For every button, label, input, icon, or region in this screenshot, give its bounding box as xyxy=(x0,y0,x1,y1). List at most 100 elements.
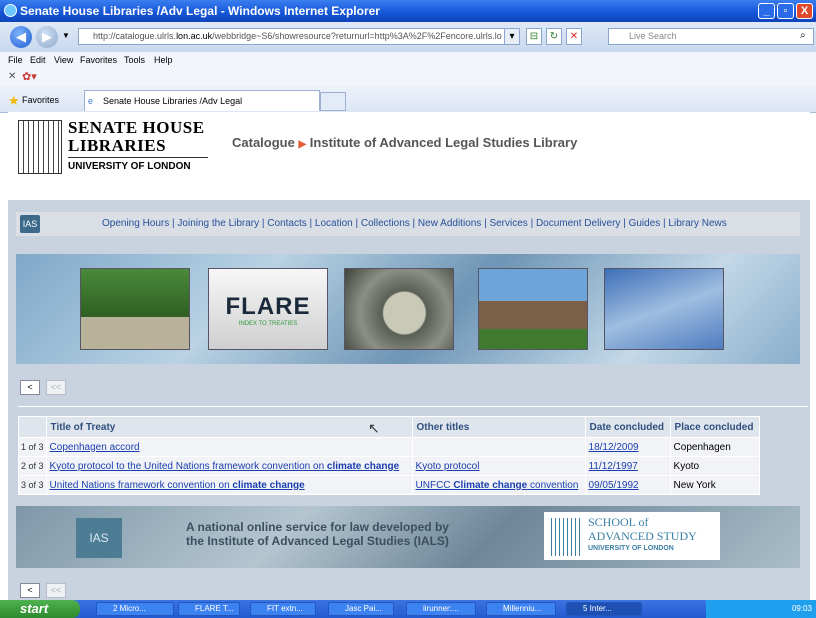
menu-view[interactable]: View xyxy=(54,55,73,65)
row-number: 2 of 3 xyxy=(18,456,47,476)
flare-logo: FLARE INDEX TO TREATIES xyxy=(208,268,328,350)
menu-help[interactable]: Help xyxy=(154,55,173,65)
breadcrumb-library: Institute of Advanced Legal Studies Libr… xyxy=(309,135,578,150)
header-other[interactable]: Other titles xyxy=(411,416,586,438)
logo-divider xyxy=(68,157,208,158)
taskbar-item[interactable]: FIT extn... xyxy=(250,602,316,616)
url-prefix: http://catalogue.ulrls. xyxy=(93,31,177,41)
other-title-link[interactable]: Kyoto protocol xyxy=(416,461,480,472)
maximize-button[interactable]: ▫ xyxy=(777,3,794,19)
taskbar-item[interactable]: FLARE T... xyxy=(178,602,240,616)
taskbar-item[interactable]: iirunner:... xyxy=(406,602,476,616)
divider xyxy=(18,406,808,407)
favorites-star-icon: ★ xyxy=(8,93,20,108)
prev-page-button-bottom[interactable]: < xyxy=(20,583,40,598)
compatibility-icon[interactable]: ⊟ xyxy=(526,28,542,45)
history-dropdown-icon[interactable]: ▼ xyxy=(62,31,70,40)
other-title-suffix: convention xyxy=(527,479,579,491)
other-title-bold-text: Climate change xyxy=(453,479,528,491)
refresh-icon[interactable]: ↻ xyxy=(546,28,562,45)
forward-button[interactable]: ▶ xyxy=(36,26,58,48)
footer-line2: the Institute of Advanced Legal Studies … xyxy=(186,534,449,548)
row-place: Kyoto xyxy=(669,456,760,476)
sas-line3: UNIVERSITY OF LONDON xyxy=(588,545,674,552)
table-header-row: Title of Treaty Other titles Date conclu… xyxy=(18,416,760,438)
taskbar-item[interactable]: 2 Micro... xyxy=(96,602,174,616)
page-content: SENATE HOUSE LIBRARIES UNIVERSITY OF LON… xyxy=(8,112,810,600)
menu-bar: File Edit View Favorites Tools Help xyxy=(0,52,816,68)
menu-file[interactable]: File xyxy=(8,55,23,65)
school-of-advanced-study-logo: SCHOOL of ADVANCED STUDY UNIVERSITY OF L… xyxy=(544,512,720,560)
taskbar-item-active[interactable]: 5 Inter... xyxy=(566,602,642,616)
sas-line2: ADVANCED STUDY xyxy=(588,529,697,543)
page-icon: e xyxy=(88,96,94,106)
browser-tab[interactable]: e Senate House Libraries /Adv Legal xyxy=(84,90,320,111)
header-place[interactable]: Place concluded xyxy=(669,416,760,438)
stop-icon[interactable]: ✕ xyxy=(566,28,582,45)
menu-edit[interactable]: Edit xyxy=(30,55,46,65)
logo-line3: UNIVERSITY OF LONDON xyxy=(68,161,191,172)
prev-page-button[interactable]: < xyxy=(20,380,40,395)
new-tab-button[interactable] xyxy=(320,92,346,111)
favorites-button[interactable]: Favorites xyxy=(22,95,59,105)
window-title: Senate House Libraries /Adv Legal - Wind… xyxy=(20,4,380,18)
footer-line1: A national online service for law develo… xyxy=(186,520,449,534)
menu-tools[interactable]: Tools xyxy=(124,55,145,65)
footer-banner: IAS A national online service for law de… xyxy=(16,506,800,568)
ias-logo-icon: IAS xyxy=(20,215,40,233)
title-link[interactable]: Kyoto protocol to the United Nations fra… xyxy=(50,461,400,472)
title-link[interactable]: Copenhagen accord xyxy=(50,442,140,453)
other-title-text: UNFCC xyxy=(415,479,454,491)
search-icon[interactable]: ⌕ xyxy=(800,30,806,41)
globe-sculpture-image xyxy=(344,268,454,350)
table-row: 1 of 3 Copenhagen accord 18/12/2009 Cope… xyxy=(18,437,760,457)
un-flag-image xyxy=(604,268,724,350)
first-page-button-bottom[interactable]: << xyxy=(46,583,66,598)
menu-favorites[interactable]: Favorites xyxy=(80,55,117,65)
mouse-cursor-icon: ↖ xyxy=(368,420,380,436)
row-other-titles xyxy=(411,437,586,457)
row-title: United Nations framework convention on c… xyxy=(45,475,413,495)
close-toolbar-icon[interactable]: ✕ xyxy=(8,71,16,82)
title-bold-text: climate change xyxy=(232,479,305,491)
minimize-button[interactable]: _ xyxy=(758,3,775,19)
date-link[interactable]: 18/12/2009 xyxy=(589,442,639,453)
close-button[interactable]: X xyxy=(796,3,813,19)
table-row: 3 of 3 United Nations framework conventi… xyxy=(18,475,760,495)
flare-subtitle: INDEX TO TREATIES xyxy=(238,321,298,327)
other-title-link[interactable]: UNFCC Climate change convention xyxy=(416,480,579,491)
ias-crest-icon: IAS xyxy=(76,518,122,558)
title-text: Kyoto protocol to the United Nations fra… xyxy=(49,460,327,472)
start-button[interactable]: start xyxy=(0,600,80,618)
row-other-titles: Kyoto protocol xyxy=(411,456,586,476)
taskbar-item[interactable]: Millenniu... xyxy=(486,602,556,616)
title-bold-text: climate change xyxy=(326,460,400,472)
back-button[interactable]: ◀ xyxy=(10,26,32,48)
title-link[interactable]: United Nations framework convention on c… xyxy=(50,480,305,491)
row-number: 1 of 3 xyxy=(18,437,47,457)
library-nav-links[interactable]: Opening Hours | Joining the Library | Co… xyxy=(102,218,727,229)
date-link[interactable]: 09/05/1992 xyxy=(589,480,639,491)
live-search-input[interactable]: Live Search xyxy=(608,28,814,45)
breadcrumb: Catalogue ▶ Institute of Advanced Legal … xyxy=(232,135,577,150)
title-text: United Nations framework convention on xyxy=(49,479,233,491)
header-title[interactable]: Title of Treaty xyxy=(45,416,413,438)
row-title: Copenhagen accord xyxy=(45,437,413,457)
site-header: SENATE HOUSE LIBRARIES UNIVERSITY OF LON… xyxy=(8,112,810,200)
ie-logo-icon xyxy=(4,4,17,17)
logo-line2: LIBRARIES xyxy=(68,136,167,155)
header-date[interactable]: Date concluded xyxy=(584,416,671,438)
date-link[interactable]: 11/12/1997 xyxy=(589,461,638,472)
url-rest: /webbridge~S6/showresource?returnurl=htt… xyxy=(212,31,502,41)
flare-title: FLARE xyxy=(225,293,311,320)
window-title-bar: Senate House Libraries /Adv Legal - Wind… xyxy=(0,0,816,22)
row-date: 09/05/1992 xyxy=(584,475,671,495)
taskbar-item[interactable]: Jasc Pai... xyxy=(328,602,394,616)
clock: 09:03 xyxy=(791,604,812,613)
addon-icon[interactable]: ✿▾ xyxy=(22,70,37,83)
breadcrumb-catalogue[interactable]: Catalogue xyxy=(232,135,295,150)
row-number: 3 of 3 xyxy=(18,475,47,495)
address-field[interactable]: http://catalogue.ulrls.lon.ac.uk/webbrid… xyxy=(78,28,518,45)
address-dropdown-icon[interactable]: ▾ xyxy=(504,28,520,45)
first-page-button[interactable]: << xyxy=(46,380,66,395)
